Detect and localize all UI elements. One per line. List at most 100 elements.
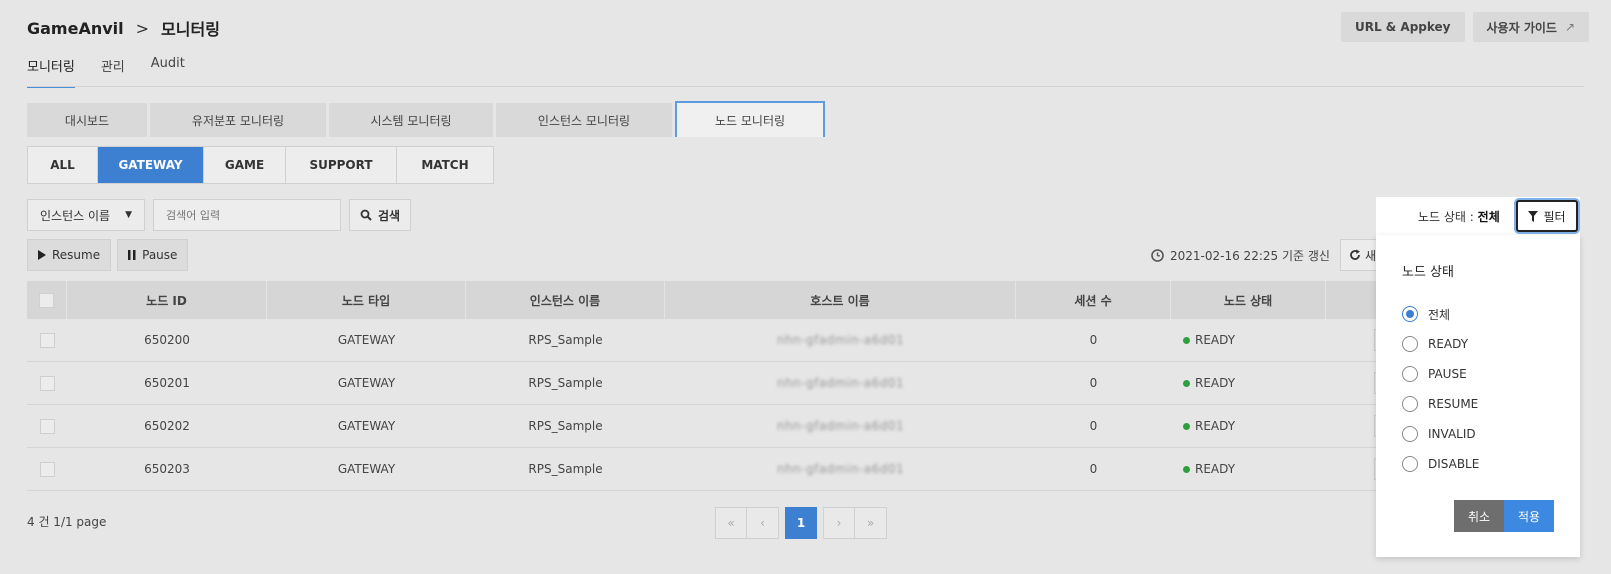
type-tab-support[interactable]: SUPPORT [286, 147, 397, 183]
tab-user-distribution[interactable]: 유저분포 모니터링 [150, 103, 326, 137]
tab-system-monitoring[interactable]: 시스템 모니터링 [329, 103, 493, 137]
status-option-disable[interactable]: DISABLE [1402, 449, 1479, 479]
cell-session-count: 0 [1089, 376, 1098, 390]
first-page-button[interactable]: « [715, 507, 747, 539]
cell-node-type: GATEWAY [337, 333, 396, 347]
header-node-type[interactable]: 노드 타입 [267, 281, 466, 319]
cell-node-status: READY [1171, 319, 1326, 361]
radio-button[interactable] [1402, 396, 1418, 412]
tab-management[interactable]: 관리 [101, 56, 125, 88]
header-instance-name[interactable]: 인스턴스 이름 [466, 281, 665, 319]
status-text: READY [1195, 462, 1236, 476]
header-extra [1326, 281, 1380, 319]
breadcrumb: GameAnvil > 모니터링 [27, 16, 220, 40]
cell-node-id: 650201 [144, 376, 190, 390]
cell-host-name: nhn-gfadmin-a6d01 [776, 462, 905, 476]
tab-dashboard[interactable]: 대시보드 [27, 103, 147, 137]
header-node-status[interactable]: 노드 상태 [1171, 281, 1326, 319]
page-title: 모니터링 [161, 20, 220, 39]
filter-panel-title: 노드 상태 [1402, 265, 1454, 280]
status-option-ready[interactable]: READY [1402, 329, 1479, 359]
main-tabs: 모니터링 관리 Audit [27, 56, 185, 88]
resume-button[interactable]: Resume [27, 239, 112, 271]
header-session-count[interactable]: 세션 수 [1016, 281, 1171, 319]
search-field-select[interactable]: 인스턴스 이름 ▼ [27, 199, 145, 231]
node-table: 노드 ID 노드 타입 인스턴스 이름 호스트 이름 세션 수 노드 상태 65… [27, 281, 1380, 491]
user-guide-button[interactable]: 사용자 가이드 ↗ [1472, 12, 1589, 42]
status-radio-group: 전체 READY PAUSE RESUME INVALID DISABLE [1402, 299, 1479, 479]
radio-label: INVALID [1428, 427, 1476, 441]
resume-label: Resume [52, 248, 101, 262]
status-option-invalid[interactable]: INVALID [1402, 419, 1479, 449]
status-dot-icon [1183, 379, 1190, 387]
type-tab-gateway[interactable]: GATEWAY [98, 147, 204, 183]
radio-button[interactable] [1402, 366, 1418, 382]
cell-host-name: nhn-gfadmin-a6d01 [776, 376, 905, 390]
header-host-name[interactable]: 호스트 이름 [665, 281, 1016, 319]
last-page-button[interactable]: » [855, 507, 887, 539]
row-checkbox[interactable] [39, 332, 55, 348]
status-option-resume[interactable]: RESUME [1402, 389, 1479, 419]
breadcrumb-separator: > [135, 18, 150, 38]
radio-label: 전체 [1428, 307, 1451, 322]
pause-icon [128, 250, 136, 260]
select-all-checkbox[interactable] [39, 292, 54, 308]
radio-button[interactable] [1402, 336, 1418, 352]
tab-instance-monitoring[interactable]: 인스턴스 모니터링 [496, 103, 672, 137]
cell-instance-name: RPS_Sample [528, 333, 603, 347]
result-count: 4 건 1/1 page [27, 515, 107, 529]
radio-button[interactable] [1402, 306, 1418, 322]
cell-instance-name: RPS_Sample [528, 419, 603, 433]
breadcrumb-root[interactable]: GameAnvil [27, 19, 124, 38]
row-checkbox[interactable] [39, 418, 55, 434]
status-dot-icon [1183, 465, 1190, 473]
cell-action [1326, 319, 1380, 361]
top-buttons: URL & Appkey 사용자 가이드 ↗ [1340, 12, 1589, 42]
tab-monitoring[interactable]: 모니터링 [27, 56, 75, 88]
node-type-tabs: ALL GATEWAY GAME SUPPORT MATCH [27, 146, 494, 184]
filter-bar: 노드 상태 : 전체 필터 [1376, 197, 1580, 235]
caret-down-icon: ▼ [125, 210, 132, 220]
pagination-prev-group: « ‹ [715, 507, 779, 539]
radio-label: RESUME [1428, 397, 1479, 411]
filter-status-summary: 노드 상태 : 전체 [1376, 208, 1500, 225]
table-row: 650200 GATEWAY RPS_Sample nhn-gfadmin-a6… [27, 319, 1380, 362]
filter-button[interactable]: 필터 [1516, 200, 1578, 232]
cancel-button[interactable]: 취소 [1454, 500, 1504, 532]
row-checkbox-cell [27, 448, 67, 490]
status-dot-icon [1183, 336, 1190, 344]
type-tab-match[interactable]: MATCH [397, 147, 493, 183]
row-checkbox[interactable] [39, 461, 55, 477]
tab-node-monitoring[interactable]: 노드 모니터링 [675, 101, 825, 137]
type-tab-game[interactable]: GAME [204, 147, 286, 183]
cell-instance-name: RPS_Sample [528, 462, 603, 476]
radio-label: DISABLE [1428, 457, 1480, 471]
row-checkbox[interactable] [39, 375, 55, 391]
refresh-timestamp-text: 2021-02-16 22:25 기준 갱신 [1170, 249, 1330, 263]
radio-button[interactable] [1402, 456, 1418, 472]
pagination-next-group: › » [823, 507, 887, 539]
filter-status-value: 전체 [1477, 209, 1500, 224]
radio-label: READY [1428, 337, 1469, 351]
url-appkey-label: URL & Appkey [1354, 20, 1451, 34]
next-page-button[interactable]: › [823, 507, 855, 539]
action-buttons: Resume Pause [27, 239, 189, 271]
search-button[interactable]: 검색 [349, 199, 412, 231]
tab-audit[interactable]: Audit [151, 56, 185, 88]
prev-page-button[interactable]: ‹ [747, 507, 779, 539]
status-option-all[interactable]: 전체 [1402, 299, 1479, 329]
select-all-cell [27, 281, 67, 319]
status-option-pause[interactable]: PAUSE [1402, 359, 1479, 389]
refresh-button[interactable]: 새 [1340, 239, 1380, 271]
play-icon [38, 250, 46, 260]
apply-button[interactable]: 적용 [1504, 500, 1554, 532]
header-node-id[interactable]: 노드 ID [67, 281, 267, 319]
search-input[interactable] [153, 199, 341, 231]
pause-button[interactable]: Pause [117, 239, 189, 271]
radio-button[interactable] [1402, 426, 1418, 442]
type-tab-all[interactable]: ALL [28, 147, 98, 183]
page-number-button[interactable]: 1 [785, 507, 817, 539]
filter-status-label: 노드 상태 : [1418, 209, 1478, 224]
filter-icon [1528, 210, 1539, 222]
url-appkey-button[interactable]: URL & Appkey [1340, 12, 1465, 42]
